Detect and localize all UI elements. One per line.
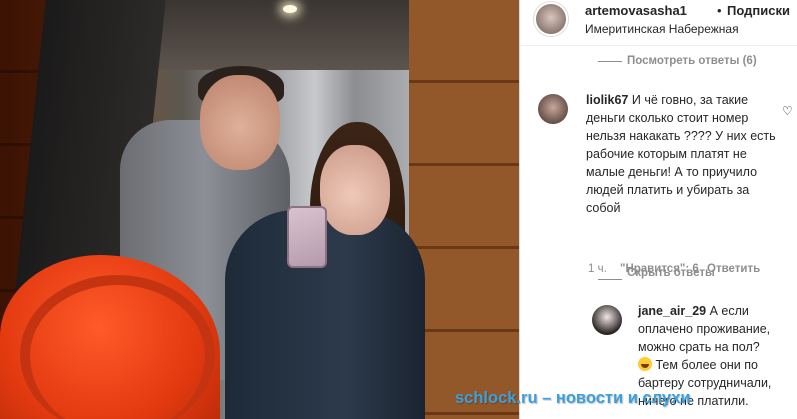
- comment-username[interactable]: jane_air_29: [638, 304, 706, 318]
- man-face: [200, 75, 280, 170]
- comment-line: рабочие которым платят не: [586, 147, 747, 161]
- comment-line: людей платить и убирать за: [586, 183, 750, 197]
- comment-line: И чё говно, за такие: [631, 93, 749, 107]
- smartphone: [287, 206, 327, 268]
- comment-line: А если: [709, 304, 749, 318]
- comment-line: деньги сколько стоит номер: [586, 111, 749, 125]
- following-button[interactable]: Подписки: [727, 3, 790, 18]
- comment-line: нельзя накакать ???? У них есть: [586, 129, 776, 143]
- ceiling-light: [283, 5, 297, 13]
- comments-panel: artemovasasha1 • Подписки Имеритинская Н…: [519, 0, 797, 419]
- avatar[interactable]: [592, 305, 622, 335]
- grinning-emoji-icon: [638, 357, 652, 371]
- comment-line: оплачено проживание,: [638, 322, 771, 336]
- woman-face: [320, 145, 390, 235]
- comment-time[interactable]: 1 ч.: [588, 263, 607, 275]
- site-watermark: schlock.ru – новости и слухи: [455, 389, 691, 407]
- post-photo[interactable]: [0, 0, 519, 419]
- separator-dot: •: [717, 3, 722, 18]
- post-username[interactable]: artemovasasha1: [585, 3, 687, 18]
- wood-wall-right: [409, 0, 519, 419]
- comment-line: малые деньги! А то приучило: [586, 165, 758, 179]
- avatar[interactable]: [534, 2, 568, 36]
- view-replies-button[interactable]: Посмотреть ответы (6): [627, 55, 757, 67]
- comment-line: собой: [586, 201, 621, 215]
- post-header: artemovasasha1 • Подписки Имеритинская Н…: [520, 0, 797, 46]
- header-divider: [520, 45, 797, 46]
- avatar[interactable]: [538, 94, 568, 124]
- hide-replies-button[interactable]: Скрыть ответы: [627, 267, 715, 279]
- comment-line: Тем более они по: [655, 358, 758, 372]
- comment-username[interactable]: liolik67: [586, 93, 628, 107]
- comment-line: можно срать на пол?: [638, 340, 760, 354]
- post-location[interactable]: Имеритинская Набережная: [585, 22, 739, 36]
- comment-text: liolik67 И чё говно, за такие деньги ско…: [586, 91, 786, 217]
- comment-line: бартеру сотрудничали,: [638, 376, 772, 390]
- like-heart-icon[interactable]: ♡: [782, 104, 793, 118]
- reply-line: [598, 61, 622, 62]
- reply-line: [598, 279, 622, 280]
